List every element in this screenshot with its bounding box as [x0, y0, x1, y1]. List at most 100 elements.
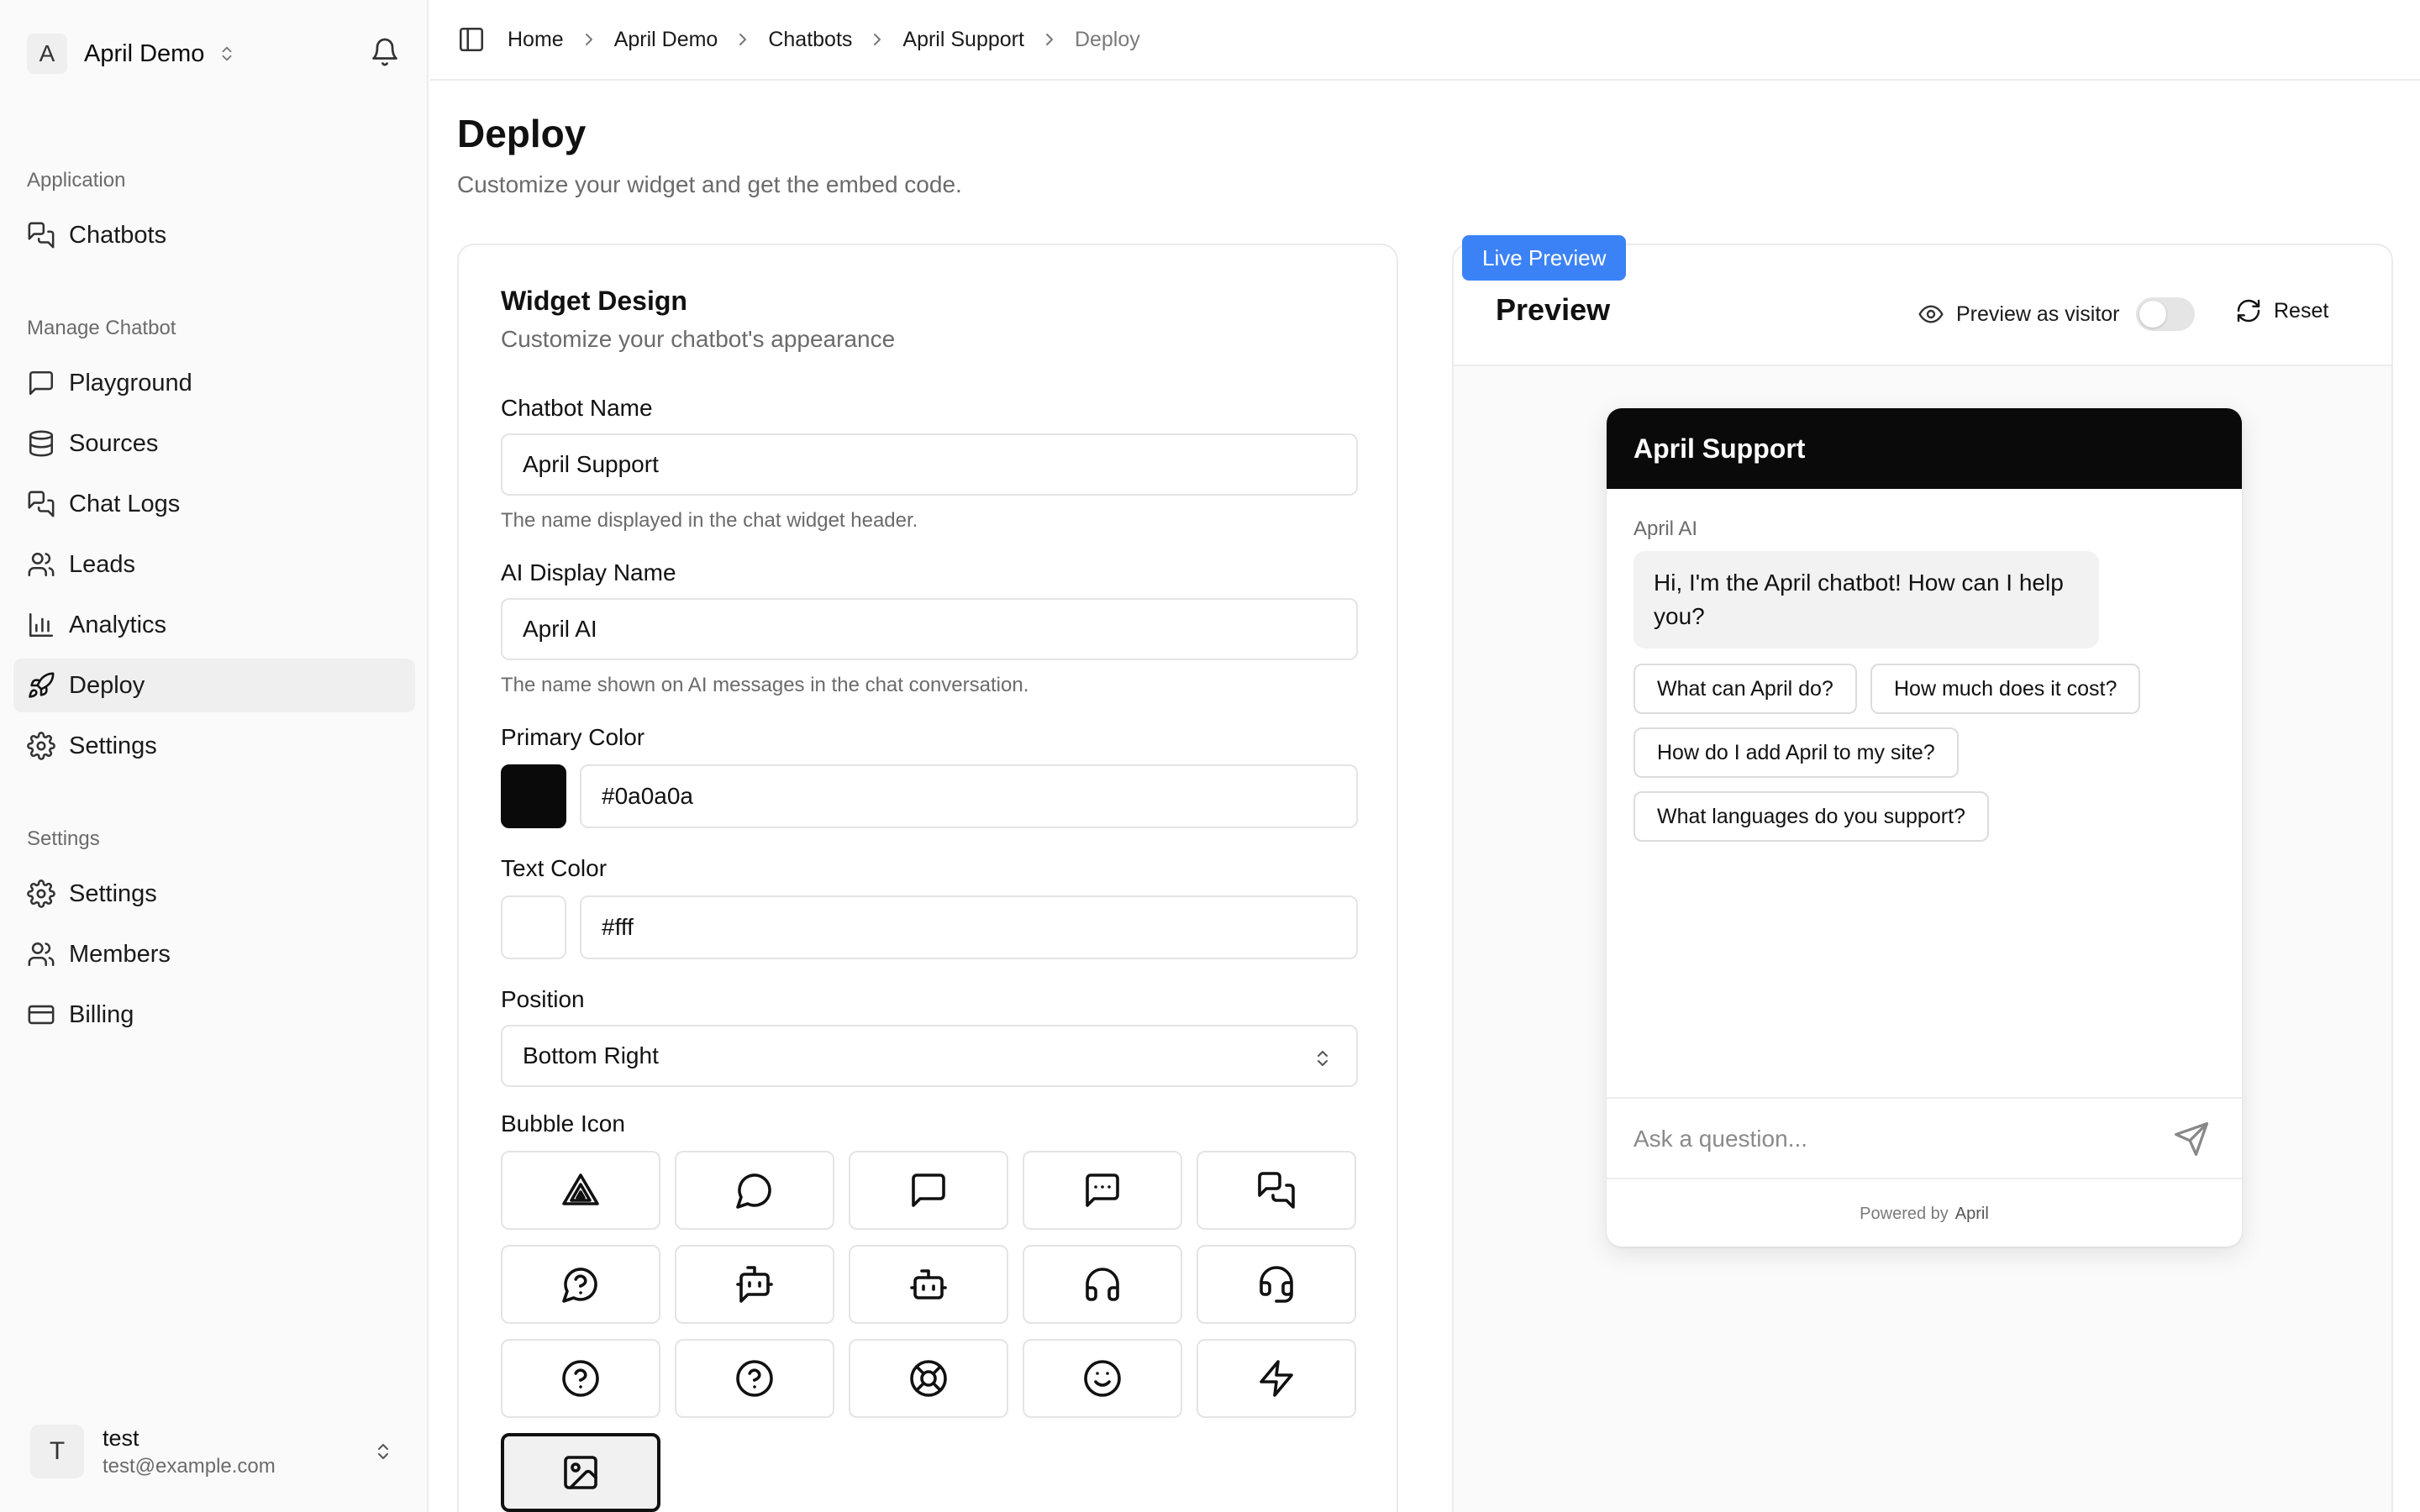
sidebar-item-label: Deploy	[69, 671, 145, 699]
avatar: T	[30, 1425, 84, 1478]
bubble-icon-option[interactable]	[675, 1339, 834, 1418]
bubble-icon-option[interactable]	[1197, 1245, 1356, 1324]
position-select[interactable]: Bottom Right	[501, 1025, 1358, 1087]
bubble-icon-option[interactable]	[849, 1245, 1008, 1324]
chevron-right-icon	[874, 34, 881, 45]
gear-icon	[27, 879, 55, 908]
bubble-icon-option[interactable]	[1023, 1151, 1182, 1230]
sidebar-item-label: Analytics	[69, 611, 167, 638]
bubble-icon-option[interactable]	[1023, 1339, 1182, 1418]
text-color-input[interactable]	[580, 895, 1358, 959]
april-logo-icon	[562, 1173, 599, 1205]
breadcrumb-org[interactable]: April Demo	[614, 28, 718, 52]
sidebar-item-chatbots[interactable]: Chatbots	[13, 208, 415, 262]
chat-input[interactable]	[1634, 1116, 2154, 1163]
ai-name-input[interactable]	[501, 598, 1358, 660]
org-name: April Demo	[84, 39, 205, 67]
live-preview-badge: Live Preview	[1462, 235, 1627, 281]
group-label-manage: Manage Chatbot	[27, 317, 176, 339]
sidebar-item-playground[interactable]: Playground	[13, 356, 415, 410]
breadcrumb: Home April Demo Chatbots April Support D…	[508, 28, 1140, 52]
position-value: Bottom Right	[523, 1042, 659, 1068]
bubble-icon-option-selected[interactable]	[501, 1433, 660, 1512]
life-buoy-icon	[910, 1360, 947, 1397]
send-icon[interactable]	[2173, 1121, 2210, 1158]
topbar: Home April Demo Chatbots April Support D…	[430, 0, 2420, 81]
users-icon	[28, 942, 55, 967]
message-square-more-icon	[1086, 1173, 1119, 1207]
user-name: test	[103, 1425, 139, 1451]
bubble-icon-option[interactable]	[675, 1151, 834, 1230]
bubble-icon-option[interactable]	[849, 1151, 1008, 1230]
sidebar-item-label: Billing	[69, 1000, 134, 1028]
chatbot-name-input[interactable]	[501, 433, 1358, 496]
bubble-icon-option[interactable]	[501, 1245, 660, 1324]
message-circle-question-icon	[562, 1268, 597, 1303]
bot-message-square-icon	[736, 1266, 773, 1303]
bell-icon[interactable]	[370, 37, 400, 67]
suggestion-chip[interactable]: How do I add April to my site?	[1634, 727, 1959, 778]
group-label-application: Application	[27, 169, 126, 192]
credit-card-icon	[28, 1005, 55, 1025]
bubble-icon-option[interactable]	[501, 1151, 660, 1230]
bubble-icon-option[interactable]	[849, 1339, 1008, 1418]
sidebar: A April Demo Application Chatbots Manage…	[0, 0, 429, 1512]
sidebar-item-label: Leads	[69, 550, 136, 578]
preview-as-visitor: Preview as visitor	[1918, 301, 2120, 328]
org-avatar: A	[27, 34, 67, 74]
sidebar-item-deploy[interactable]: Deploy	[13, 659, 415, 712]
ai-name-hint: The name shown on AI messages in the cha…	[501, 674, 1029, 696]
suggestion-chip[interactable]: How much does it cost?	[1870, 664, 2141, 714]
powered-brand[interactable]: April	[1955, 1205, 1989, 1224]
sidebar-item-members[interactable]: Members	[13, 927, 415, 981]
sidebar-item-chatbot-settings[interactable]: Settings	[13, 719, 415, 773]
messages-square-icon	[28, 491, 55, 517]
bubble-icon-option[interactable]	[1197, 1339, 1356, 1418]
org-switcher[interactable]: A April Demo	[27, 34, 236, 74]
preview-as-visitor-toggle[interactable]	[2136, 297, 2195, 331]
chevron-right-icon	[1045, 34, 1053, 45]
user-menu[interactable]: T test test@example.com	[13, 1404, 415, 1499]
card-title: Widget Design	[501, 286, 687, 316]
messages-square-icon	[28, 222, 55, 249]
panel-left-icon[interactable]	[457, 25, 486, 54]
suggestion-chip[interactable]: What languages do you support?	[1634, 791, 1989, 842]
sidebar-item-label: Settings	[69, 879, 157, 907]
sidebar-item-label: Settings	[69, 732, 157, 759]
primary-color-swatch[interactable]	[501, 764, 566, 828]
bubble-icon-option[interactable]	[1023, 1245, 1182, 1324]
toggle-knob	[2139, 301, 2166, 328]
sidebar-item-label: Chatbots	[69, 221, 167, 249]
bubble-icon-option[interactable]	[501, 1339, 660, 1418]
bubble-icon-option[interactable]	[1197, 1151, 1356, 1230]
headphones-icon	[1086, 1268, 1119, 1301]
sidebar-item-settings[interactable]: Settings	[13, 867, 415, 921]
text-color-label: Text Color	[501, 855, 608, 881]
primary-color-input[interactable]	[580, 764, 1358, 828]
breadcrumb-chatbot[interactable]: April Support	[902, 28, 1024, 52]
sidebar-item-sources[interactable]: Sources	[13, 417, 415, 470]
widget-design-card: Widget Design Customize your chatbot's a…	[457, 244, 1398, 1512]
circle-question-icon	[736, 1360, 773, 1397]
primary-color-label: Primary Color	[501, 724, 645, 750]
group-label-settings: Settings	[27, 827, 100, 850]
bot-icon	[910, 1269, 947, 1299]
bubble-icon-option[interactable]	[675, 1245, 834, 1324]
gear-icon	[27, 732, 55, 760]
suggestion-chip[interactable]: What can April do?	[1634, 664, 1857, 714]
breadcrumb-home[interactable]: Home	[508, 28, 564, 52]
text-color-swatch[interactable]	[501, 895, 566, 959]
message-square-icon	[912, 1173, 945, 1207]
breadcrumb-chatbots[interactable]: Chatbots	[768, 28, 852, 52]
sidebar-item-analytics[interactable]: Analytics	[13, 598, 415, 652]
sidebar-item-billing[interactable]: Billing	[13, 988, 415, 1042]
reset-label: Reset	[2274, 298, 2329, 323]
preview-panel: Preview Preview as visitor Reset April S…	[1452, 244, 2393, 1512]
chevrons-up-down-icon	[1318, 1051, 1328, 1066]
sidebar-item-chat-logs[interactable]: Chat Logs	[13, 477, 415, 531]
rocket-icon	[29, 672, 55, 698]
reset-button[interactable]: Reset	[2235, 297, 2328, 324]
chevron-right-icon	[739, 34, 747, 45]
sidebar-item-leads[interactable]: Leads	[13, 538, 415, 591]
eye-icon	[1918, 305, 1944, 323]
